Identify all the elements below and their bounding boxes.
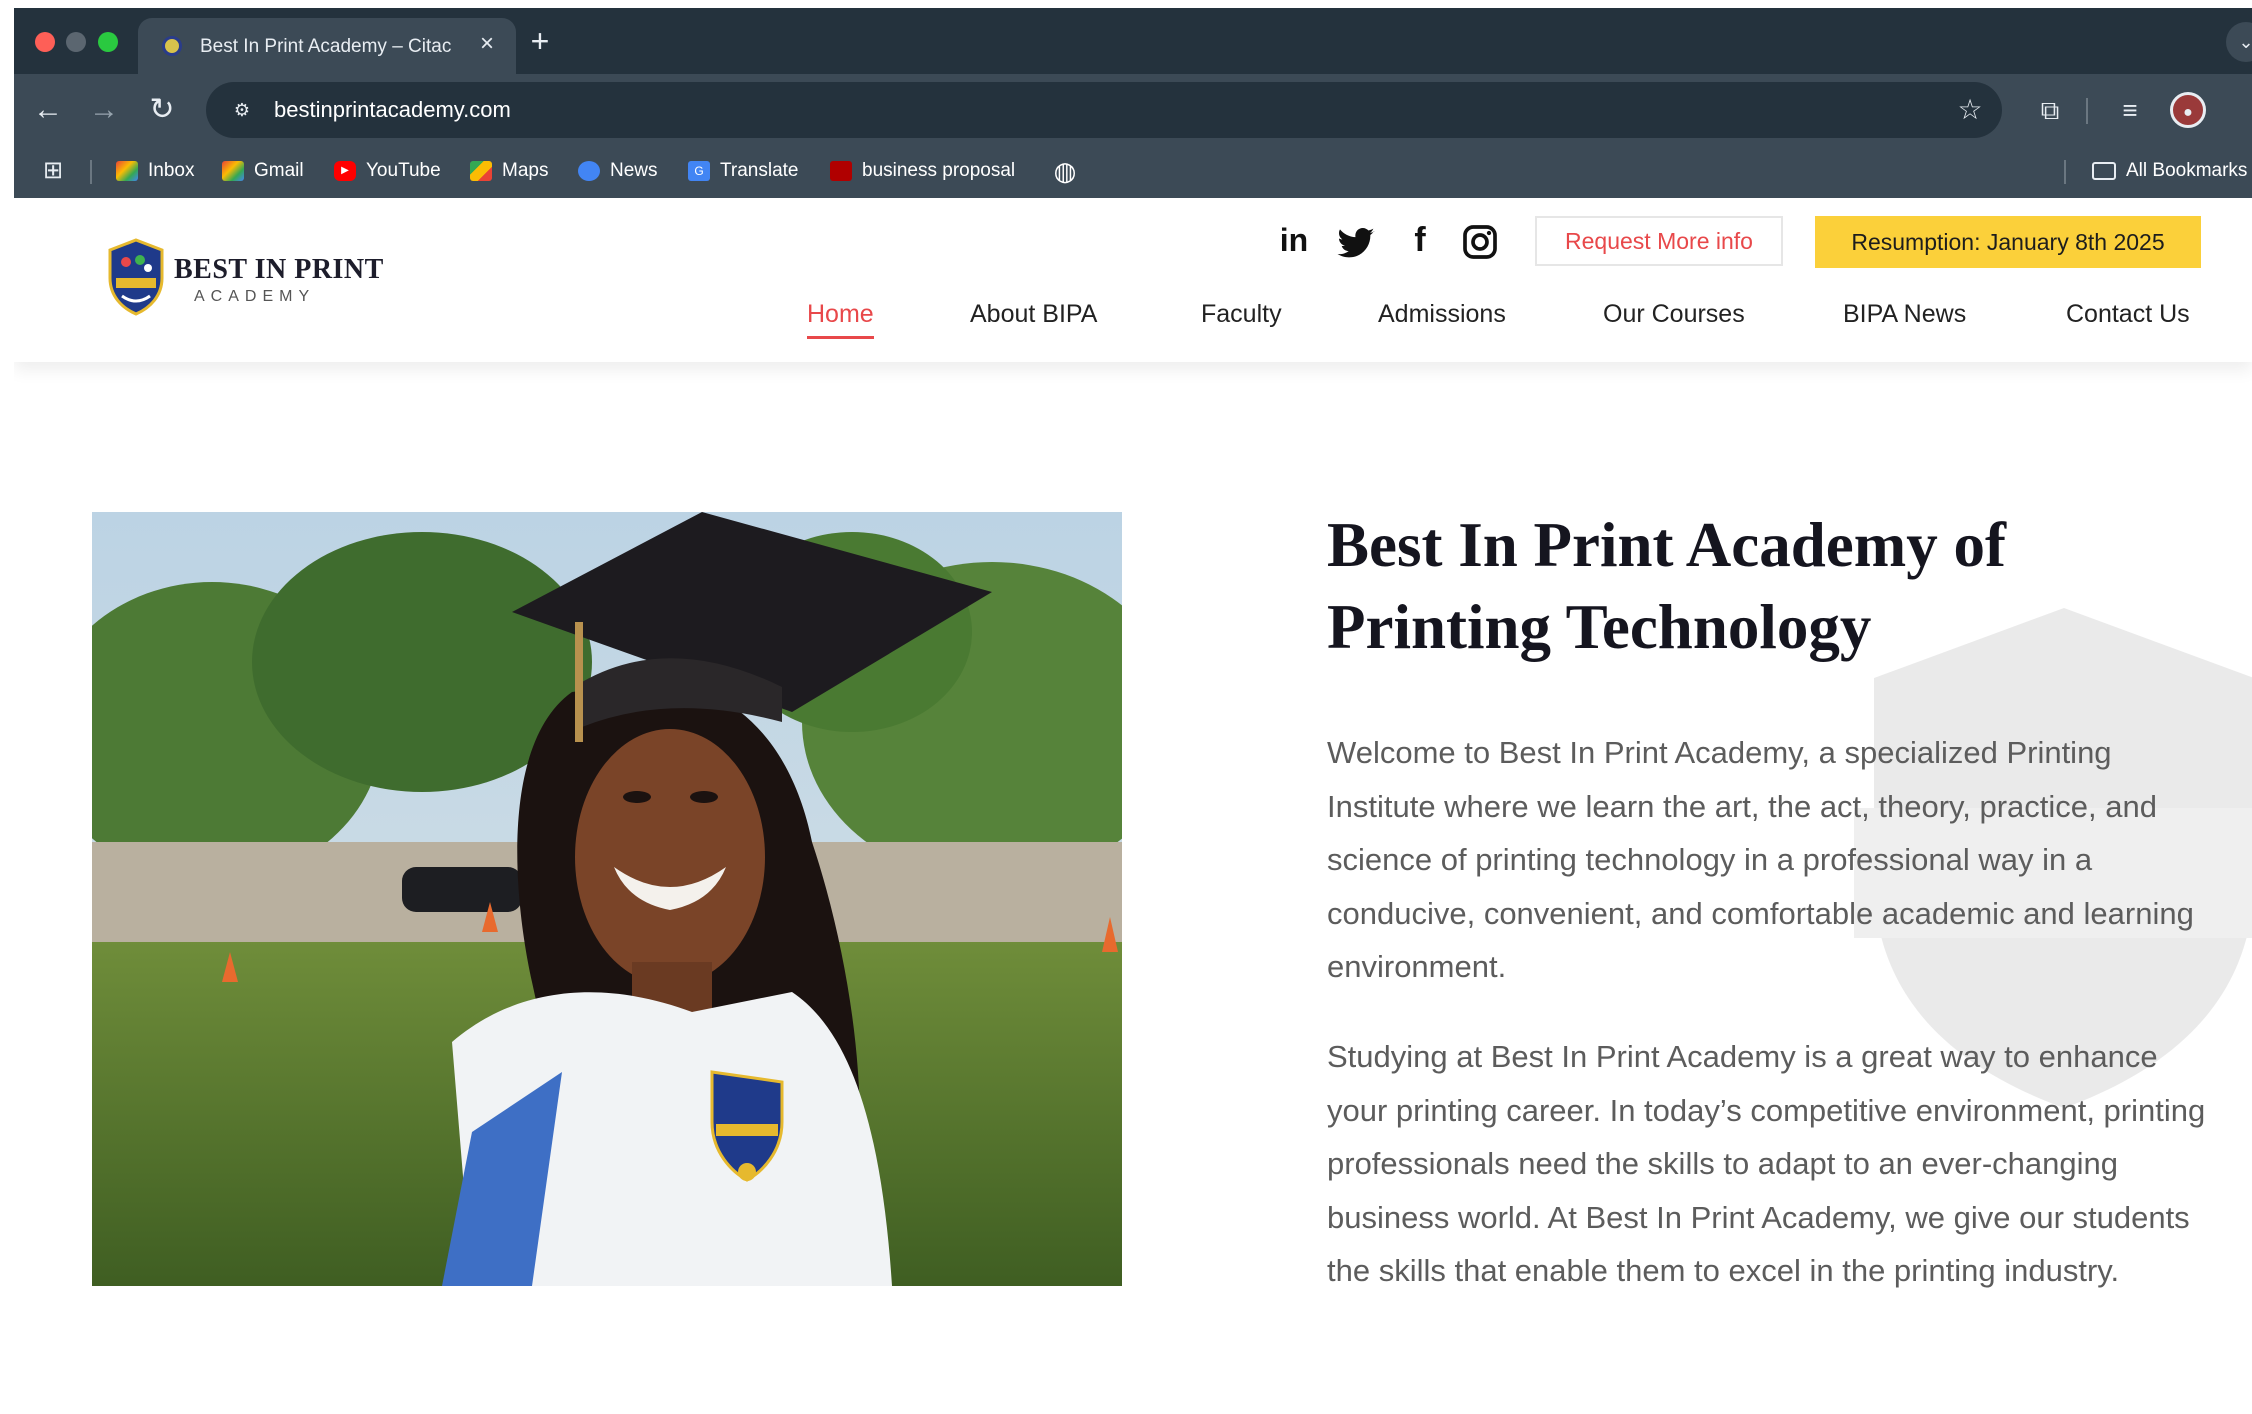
back-button[interactable]: ← bbox=[28, 90, 68, 130]
url-text[interactable]: bestinprintacademy.com bbox=[274, 96, 511, 124]
nav-our-courses[interactable]: Our Courses bbox=[1603, 294, 1745, 334]
site-settings-icon[interactable]: ⚙ bbox=[228, 96, 256, 124]
forward-button[interactable]: → bbox=[84, 90, 124, 130]
bookmark-inbox[interactable]: Inbox bbox=[116, 156, 194, 186]
bookmark-label: Maps bbox=[502, 160, 549, 181]
facebook-icon[interactable]: f bbox=[1400, 220, 1440, 260]
maps-icon bbox=[470, 161, 492, 181]
tab-search-chevron-icon[interactable]: ⌄ bbox=[2226, 22, 2252, 62]
logo-title[interactable]: BEST IN PRINT bbox=[174, 254, 384, 286]
instagram-icon[interactable] bbox=[1460, 222, 1500, 262]
browser-chrome: Best In Print Academy – Citac × + ⌄ ← → … bbox=[14, 8, 2252, 198]
reload-button[interactable]: ↻ bbox=[142, 90, 182, 130]
bookmark-label: YouTube bbox=[366, 160, 441, 181]
hero-heading: Best In Print Academy of Printing Techno… bbox=[1327, 504, 2207, 668]
request-more-info-button[interactable]: Request More info bbox=[1535, 216, 1783, 266]
folder-icon bbox=[2092, 162, 2116, 180]
browser-tab-active[interactable]: Best In Print Academy – Citac × bbox=[138, 18, 516, 74]
news-icon bbox=[578, 161, 600, 181]
graduate-hero-photo bbox=[92, 512, 1122, 1286]
youtube-icon: ▶ bbox=[334, 161, 356, 181]
translate-icon: G bbox=[688, 161, 710, 181]
gmail-icon bbox=[222, 161, 244, 181]
address-bar[interactable]: ⚙ bestinprintacademy.com ☆ bbox=[206, 82, 2002, 138]
resumption-date-button[interactable]: Resumption: January 8th 2025 bbox=[1815, 216, 2201, 268]
twitter-icon[interactable] bbox=[1336, 224, 1376, 264]
bookmarks-divider bbox=[90, 160, 92, 184]
academy-logo-shield[interactable] bbox=[106, 238, 166, 316]
bookmark-label: News bbox=[610, 160, 658, 181]
bookmark-business-proposal[interactable]: business proposal bbox=[830, 156, 1015, 186]
linkedin-icon[interactable]: in bbox=[1274, 220, 1314, 260]
globe-icon[interactable]: ◍ bbox=[1052, 158, 1078, 184]
site-header: BEST IN PRINT ACADEMY in f Request More … bbox=[14, 198, 2252, 362]
extensions-icon[interactable]: ⧉ bbox=[2032, 92, 2068, 128]
bookmark-label: business proposal bbox=[862, 160, 1016, 181]
bookmark-news[interactable]: News bbox=[578, 156, 658, 186]
hero-paragraph-welcome: Welcome to Best In Print Academy, a spec… bbox=[1327, 735, 2194, 984]
maximize-window-button[interactable] bbox=[98, 32, 118, 52]
bookmarks-divider bbox=[2064, 160, 2066, 184]
nav-faculty[interactable]: Faculty bbox=[1201, 294, 1282, 334]
browser-menu-icon[interactable]: ⋮ bbox=[2236, 92, 2252, 128]
bookmark-youtube[interactable]: ▶ YouTube bbox=[334, 156, 441, 186]
toolbar-divider bbox=[2086, 98, 2088, 124]
bookmark-label: Inbox bbox=[148, 160, 195, 181]
bookmark-label: Translate bbox=[720, 160, 799, 181]
apps-grid-icon[interactable]: ⊞ bbox=[40, 158, 66, 184]
all-bookmarks-label: All Bookmarks bbox=[2126, 160, 2248, 181]
hero-heading-line-2: Printing Technology bbox=[1327, 592, 1872, 662]
tab-close-icon[interactable]: × bbox=[473, 30, 501, 58]
bookmarks-bar: ⊞ Inbox Gmail ▶ YouTube Maps News G Tran… bbox=[14, 150, 2252, 194]
tab-title: Best In Print Academy – Citac bbox=[200, 36, 452, 57]
hero-heading-line-1: Best In Print Academy of bbox=[1327, 510, 2006, 580]
nav-bipa-news[interactable]: BIPA News bbox=[1843, 294, 1966, 334]
minimize-window-button[interactable] bbox=[66, 32, 86, 52]
nav-contact-us[interactable]: Contact Us bbox=[2066, 294, 2190, 334]
bookmark-maps[interactable]: Maps bbox=[470, 156, 548, 186]
nav-admissions[interactable]: Admissions bbox=[1378, 294, 1506, 334]
nav-about-bipa[interactable]: About BIPA bbox=[970, 294, 1097, 334]
close-window-button[interactable] bbox=[35, 32, 55, 52]
new-tab-button[interactable]: + bbox=[522, 24, 558, 60]
hero-paragraph-studying: Studying at Best In Print Academy is a g… bbox=[1327, 1039, 2206, 1288]
bookmark-gmail[interactable]: Gmail bbox=[222, 156, 304, 186]
gmail-icon bbox=[116, 161, 138, 181]
media-controls-icon[interactable]: ≡ bbox=[2112, 92, 2148, 128]
bookmark-star-icon[interactable]: ☆ bbox=[1954, 94, 1986, 126]
tab-strip: Best In Print Academy – Citac × + ⌄ bbox=[14, 8, 2252, 74]
nav-home[interactable]: Home bbox=[807, 294, 874, 339]
logo-subtitle: ACADEMY bbox=[194, 288, 316, 305]
profile-avatar[interactable]: ● bbox=[2170, 92, 2206, 128]
site-favicon-icon bbox=[162, 36, 182, 56]
all-bookmarks-button[interactable]: All Bookmarks bbox=[2092, 156, 2247, 186]
bookmark-label: Gmail bbox=[254, 160, 304, 181]
document-icon bbox=[830, 161, 852, 181]
bookmark-translate[interactable]: G Translate bbox=[688, 156, 799, 186]
web-page: BEST IN PRINT ACADEMY in f Request More … bbox=[14, 198, 2252, 1414]
